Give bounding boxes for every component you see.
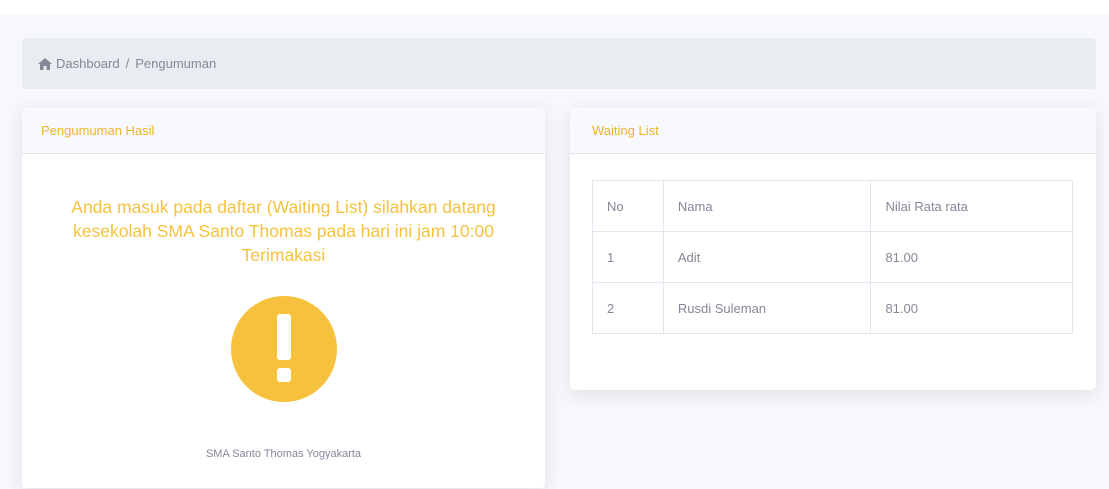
breadcrumb-separator: / [125, 56, 130, 71]
cell-nama: Rusdi Suleman [662, 282, 872, 334]
column-header-nama: Nama [662, 180, 872, 232]
cell-no: 1 [592, 231, 664, 283]
exclamation-bar [276, 314, 291, 360]
breadcrumb: Dashboard / Pengumuman [22, 38, 1096, 89]
announcement-card: Pengumuman Hasil Anda masuk pada daftar … [22, 108, 545, 488]
exclamation-dot [276, 368, 291, 382]
top-band [0, 0, 1109, 14]
exclamation-circle-icon [230, 296, 337, 402]
announcement-card-header: Pengumuman Hasil [22, 108, 545, 154]
cell-nama: Adit [662, 231, 872, 283]
school-name-footer: SMA Santo Thomas Yogyakarta [205, 448, 362, 460]
cell-nilai: 81.00 [870, 282, 1073, 334]
table-row: 1 Adit 81.00 [592, 231, 1073, 283]
waiting-list-card-header: Waiting List [570, 108, 1096, 154]
breadcrumb-link-dashboard[interactable]: Dashboard [56, 56, 120, 71]
waiting-list-card: Waiting List No Nama Nilai Rata rata 1 A… [570, 108, 1096, 390]
waiting-list-card-title: Waiting List [592, 123, 659, 138]
announcement-message: Anda masuk pada daftar (Waiting List) si… [71, 197, 496, 265]
column-header-no: No [592, 180, 664, 232]
waiting-list-table: No Nama Nilai Rata rata 1 Adit 81.00 2 R… [592, 180, 1073, 334]
announcement-card-title: Pengumuman Hasil [41, 123, 155, 138]
cell-no: 2 [592, 282, 664, 334]
breadcrumb-current: Pengumuman [135, 56, 217, 71]
cell-nilai: 81.00 [870, 231, 1073, 283]
table-header-row: No Nama Nilai Rata rata [592, 180, 1073, 232]
table-row: 2 Rusdi Suleman 81.00 [592, 282, 1073, 334]
home-icon[interactable] [38, 57, 52, 70]
column-header-nilai: Nilai Rata rata [870, 180, 1073, 232]
